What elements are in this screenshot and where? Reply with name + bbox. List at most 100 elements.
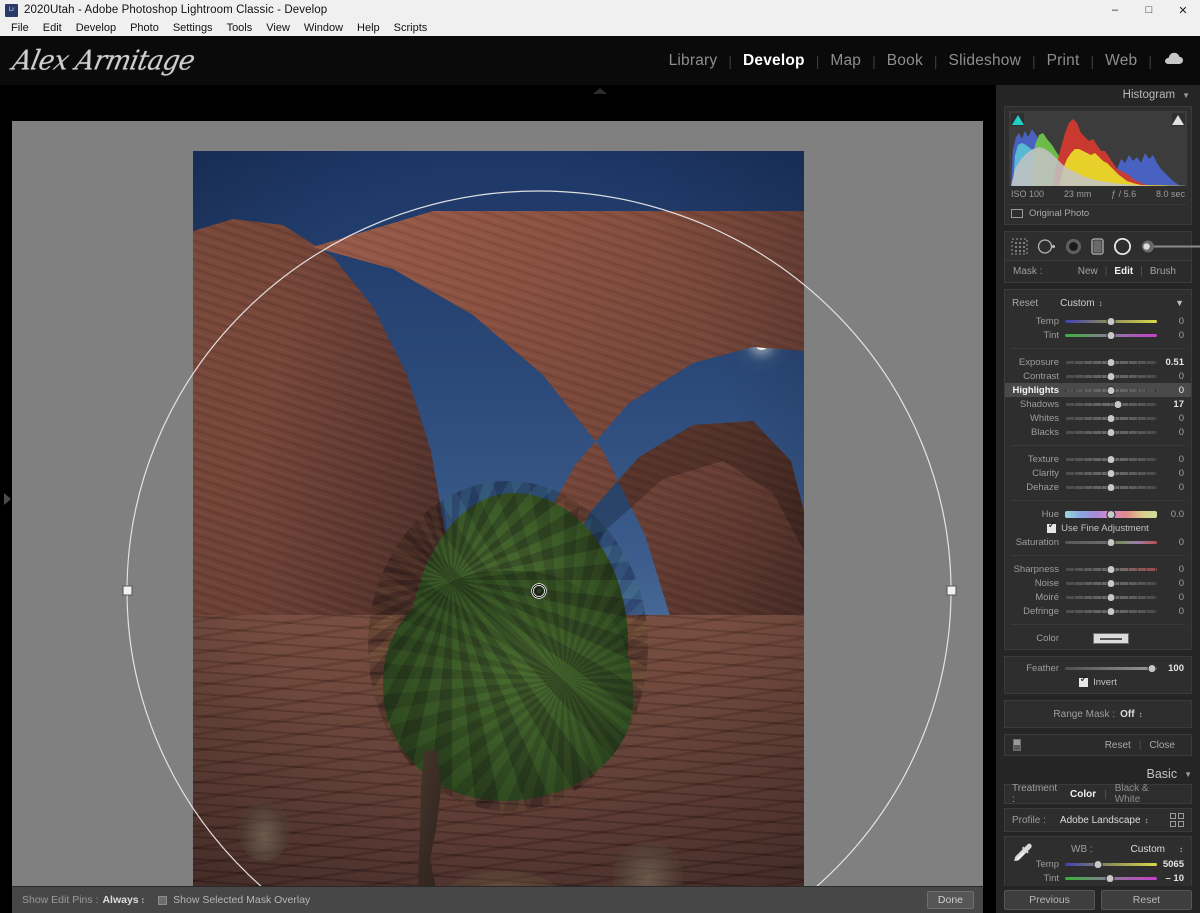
menu-scripts[interactable]: Scripts [387,20,435,36]
menu-view[interactable]: View [259,20,297,36]
linear-gradient-icon[interactable] [1091,237,1104,255]
slider-row-saturation[interactable]: Saturation 0 [1005,535,1191,549]
radial-selected-icon[interactable] [1113,237,1132,256]
slider-track[interactable] [1065,482,1157,492]
slider-row-blacks[interactable]: Blacks 0 [1005,425,1191,439]
slider-row-dehaze[interactable]: Dehaze 0 [1005,480,1191,494]
top-panel-toggle-icon[interactable] [593,88,607,94]
range-mask-value[interactable]: Off [1120,709,1134,720]
mask-preset-stepper-icon[interactable]: ↕ [1099,299,1103,308]
slider-track[interactable] [1065,399,1157,409]
menu-edit[interactable]: Edit [36,20,69,36]
treatment-bw-option[interactable]: Black & White [1107,783,1184,805]
mask-brush-button[interactable]: Brush [1143,266,1183,277]
slider-row-moire[interactable]: Moiré 0 [1005,590,1191,604]
slider-row-tint[interactable]: Tint 0 [1005,328,1191,342]
mask-reset-button[interactable]: Reset [1097,740,1139,751]
eyedropper-icon[interactable] [1011,841,1037,872]
module-develop[interactable]: Develop [732,52,816,70]
brush-size-slider[interactable] [1141,240,1200,253]
module-web[interactable]: Web [1094,52,1148,70]
chevron-down-icon[interactable]: ▼ [1184,770,1192,779]
slider-track[interactable] [1065,454,1157,464]
show-edit-pins-value[interactable]: Always [102,894,138,906]
mask-reset-label[interactable]: Reset [1012,298,1038,309]
switch-toggle-icon[interactable] [1013,739,1021,751]
wb-stepper-icon[interactable]: ↕ [1179,845,1183,854]
slider-row-whites[interactable]: Whites 0 [1005,411,1191,425]
left-panel-toggle-icon[interactable] [4,493,11,505]
original-photo-toggle[interactable]: Original Photo [1009,204,1187,220]
image-canvas[interactable] [12,121,983,913]
profile-stepper-icon[interactable]: ↕ [1145,816,1149,825]
show-edit-pins-stepper-icon[interactable]: ↕ [141,895,145,905]
slider-row-exposure[interactable]: Exposure 0.51 [1005,355,1191,369]
range-mask-stepper-icon[interactable]: ↕ [1139,710,1143,719]
slider-track[interactable] [1065,592,1157,602]
slider-track[interactable] [1065,316,1157,326]
slider-track[interactable] [1065,509,1157,519]
show-mask-overlay-checkbox[interactable] [158,895,168,905]
slider-row-clarity[interactable]: Clarity 0 [1005,466,1191,480]
module-map[interactable]: Map [819,52,872,70]
cloud-sync-icon[interactable] [1164,52,1184,70]
slider-track[interactable] [1065,663,1157,673]
photo-container[interactable] [193,151,804,913]
wb-value[interactable]: Custom [1131,844,1165,855]
slider-row-contrast[interactable]: Contrast 0 [1005,369,1191,383]
slider-track[interactable] [1065,413,1157,423]
module-print[interactable]: Print [1036,52,1091,70]
slider-row-temp[interactable]: Temp 0 [1005,314,1191,328]
histogram-header[interactable]: Histogram ▼ [1004,85,1192,105]
slider-track[interactable] [1065,578,1157,588]
slider-track[interactable] [1065,330,1157,340]
slider-track[interactable] [1065,371,1157,381]
menu-file[interactable]: File [4,20,36,36]
invert-row[interactable]: Invert [1005,674,1191,689]
slider-row-highlights[interactable]: Highlights 0 [1005,383,1191,397]
done-button[interactable]: Done [926,891,974,909]
profile-value[interactable]: Adobe Landscape [1060,815,1141,826]
slider-row-noise[interactable]: Noise 0 [1005,576,1191,590]
use-fine-adjustment-row[interactable]: Use Fine Adjustment [1005,520,1191,535]
slider-row-feather[interactable]: Feather 100 [1005,661,1191,675]
mask-color-swatch[interactable] [1093,632,1129,644]
menu-photo[interactable]: Photo [123,20,166,36]
treatment-color-option[interactable]: Color [1062,789,1104,800]
slider-track[interactable] [1065,357,1157,367]
mask-edit-button[interactable]: Edit [1107,266,1140,277]
menu-help[interactable]: Help [350,20,387,36]
slider-track[interactable] [1065,859,1157,869]
radial-filled-icon[interactable] [1065,238,1082,255]
reset-button[interactable]: Reset [1101,889,1192,910]
close-button[interactable]: ✕ [1166,0,1200,20]
slider-row-shadows[interactable]: Shadows 17 [1005,397,1191,411]
mask-close-button[interactable]: Close [1141,740,1183,751]
slider-row-basic-tint[interactable]: Tint – 10 [1005,871,1191,885]
module-book[interactable]: Book [876,52,934,70]
mask-preset-value[interactable]: Custom [1060,298,1094,309]
fine-adjustment-checkbox[interactable] [1047,520,1057,533]
range-mask-panel[interactable]: Range Mask : Off ↕ [1004,700,1192,728]
radial-gradient-icon[interactable] [1037,238,1056,255]
slider-track[interactable] [1065,537,1157,547]
slider-track[interactable] [1065,468,1157,478]
menu-window[interactable]: Window [297,20,350,36]
slider-row-hue[interactable]: Hue 0.0 [1005,507,1191,521]
slider-row-texture[interactable]: Texture 0 [1005,452,1191,466]
slider-track[interactable] [1065,385,1157,395]
menu-develop[interactable]: Develop [69,20,123,36]
slider-track[interactable] [1065,606,1157,616]
slider-row-sharpness[interactable]: Sharpness 0 [1005,562,1191,576]
invert-checkbox[interactable] [1079,674,1089,687]
color-range-grid-icon[interactable] [1011,238,1028,255]
previous-button[interactable]: Previous [1004,889,1095,910]
basic-panel-header[interactable]: Basic ▼ [1004,764,1193,784]
module-slideshow[interactable]: Slideshow [938,52,1032,70]
menu-settings[interactable]: Settings [166,20,220,36]
module-library[interactable]: Library [658,52,729,70]
mask-panel-chevron-icon[interactable]: ▼ [1175,298,1184,308]
slider-track[interactable] [1065,564,1157,574]
slider-row-defringe[interactable]: Defringe 0 [1005,604,1191,618]
maximize-button[interactable]: □ [1132,0,1166,20]
